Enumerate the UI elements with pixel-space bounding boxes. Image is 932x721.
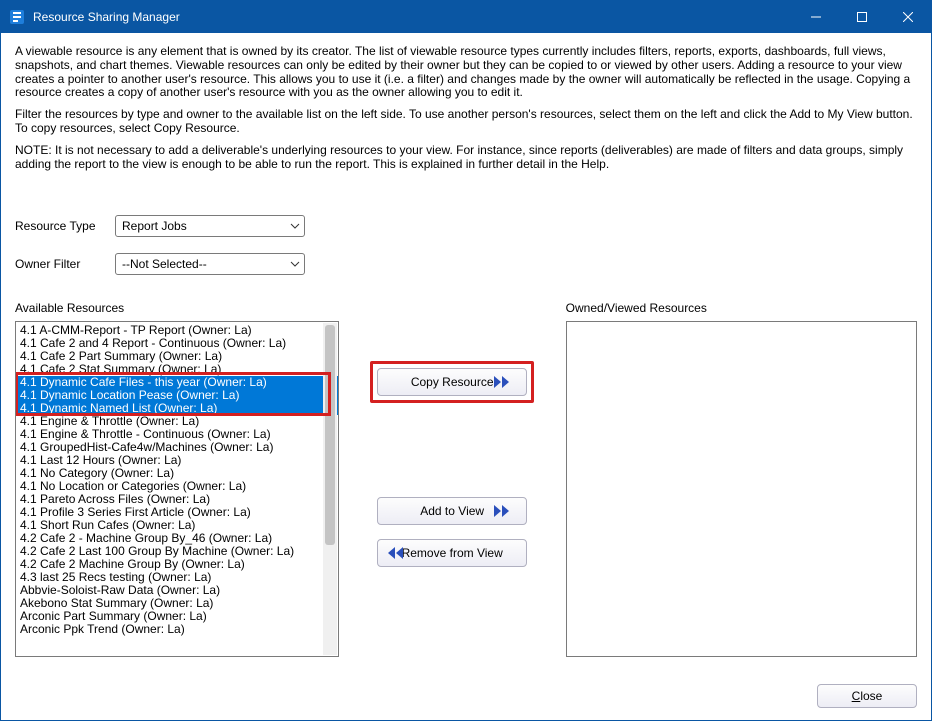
available-resources-items: 4.1 A-CMM-Report - TP Report (Owner: La)… bbox=[16, 322, 338, 656]
close-button-label: Close bbox=[852, 689, 883, 703]
available-resources-label: Available Resources bbox=[15, 301, 339, 315]
maximize-button[interactable] bbox=[839, 1, 885, 33]
owned-resources-listbox[interactable] bbox=[566, 321, 917, 657]
window-title: Resource Sharing Manager bbox=[33, 10, 180, 24]
owner-filter-select[interactable]: --Not Selected-- bbox=[115, 253, 305, 275]
description-p1: A viewable resource is any element that … bbox=[15, 45, 917, 100]
columns: Available Resources 4.1 A-CMM-Report - T… bbox=[15, 301, 917, 657]
double-chevron-right-icon bbox=[494, 375, 516, 389]
filters-section: Resource Type Report Jobs Owner Filter -… bbox=[15, 215, 917, 291]
description-text: A viewable resource is any element that … bbox=[15, 45, 917, 179]
add-to-view-button[interactable]: Add to View bbox=[377, 497, 527, 525]
resource-type-label: Resource Type bbox=[15, 219, 115, 233]
copy-resource-button[interactable]: Copy Resource bbox=[377, 368, 527, 396]
chevron-down-icon bbox=[290, 259, 300, 269]
close-window-button[interactable] bbox=[885, 1, 931, 33]
double-chevron-right-icon bbox=[494, 504, 516, 518]
available-column: Available Resources 4.1 A-CMM-Report - T… bbox=[15, 301, 339, 657]
copy-resource-highlight-annotation: Copy Resource bbox=[370, 361, 534, 403]
owner-filter-label: Owner Filter bbox=[15, 257, 115, 271]
description-p2: Filter the resources by type and owner t… bbox=[15, 108, 917, 136]
double-chevron-left-icon bbox=[388, 546, 410, 560]
chevron-down-icon bbox=[290, 221, 300, 231]
remove-from-view-button[interactable]: Remove from View bbox=[377, 539, 527, 567]
owned-column: Owned/Viewed Resources bbox=[566, 301, 917, 657]
list-item[interactable]: Arconic Ppk Trend (Owner: La) bbox=[18, 623, 338, 636]
dialog-footer: Close bbox=[817, 684, 917, 708]
scrollbar-thumb[interactable] bbox=[325, 325, 335, 545]
copy-resource-label: Copy Resource bbox=[411, 375, 494, 389]
actions-column: Copy Resource Add to View bbox=[339, 301, 566, 657]
scrollbar[interactable] bbox=[323, 323, 337, 655]
owner-filter-value: --Not Selected-- bbox=[122, 257, 207, 271]
content-area: A viewable resource is any element that … bbox=[1, 33, 931, 720]
close-button[interactable]: Close bbox=[817, 684, 917, 708]
view-buttons-group: Add to View Remove from View bbox=[377, 497, 527, 575]
description-p3: NOTE: It is not necessary to add a deliv… bbox=[15, 144, 917, 172]
available-resources-listbox[interactable]: 4.1 A-CMM-Report - TP Report (Owner: La)… bbox=[15, 321, 339, 657]
app-icon bbox=[9, 9, 25, 25]
owner-filter-row: Owner Filter --Not Selected-- bbox=[15, 253, 917, 275]
resource-sharing-manager-window: Resource Sharing Manager A viewable reso… bbox=[0, 0, 932, 721]
titlebar: Resource Sharing Manager bbox=[1, 1, 931, 33]
minimize-button[interactable] bbox=[793, 1, 839, 33]
window-buttons bbox=[793, 1, 931, 33]
owned-resources-label: Owned/Viewed Resources bbox=[566, 301, 917, 315]
resource-type-value: Report Jobs bbox=[122, 219, 187, 233]
remove-from-view-label: Remove from View bbox=[402, 546, 503, 560]
resource-type-row: Resource Type Report Jobs bbox=[15, 215, 917, 237]
resource-type-select[interactable]: Report Jobs bbox=[115, 215, 305, 237]
add-to-view-label: Add to View bbox=[420, 504, 484, 518]
